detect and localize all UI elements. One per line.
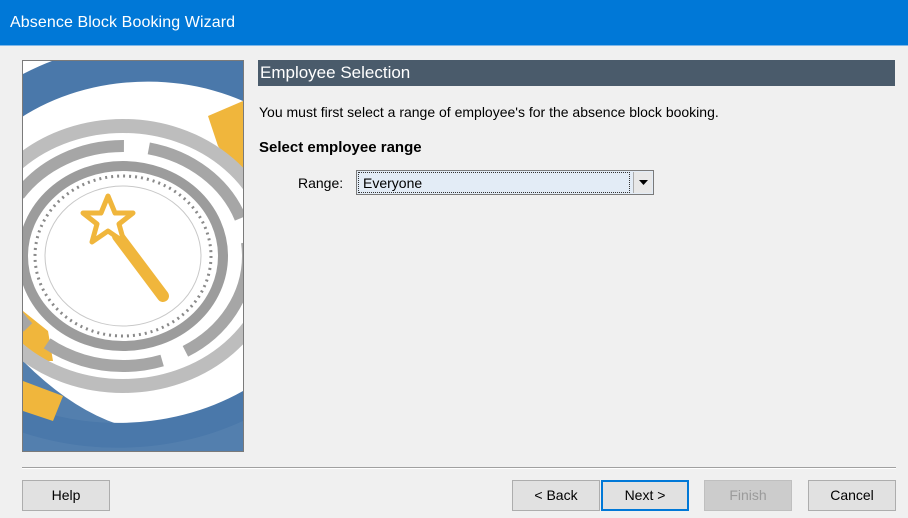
footer-divider [22, 467, 896, 469]
range-selected-value[interactable]: Everyone [358, 172, 630, 193]
intro-text: You must first select a range of employe… [259, 104, 719, 120]
finish-button[interactable]: Finish [704, 480, 792, 511]
dropdown-button[interactable] [633, 172, 652, 193]
section-heading: Select employee range [259, 139, 422, 156]
page-header: Employee Selection [258, 60, 895, 86]
help-button[interactable]: Help [22, 480, 110, 511]
next-button[interactable]: Next > [601, 480, 689, 511]
title-bar: Absence Block Booking Wizard [0, 0, 908, 46]
range-dropdown[interactable]: Everyone [356, 170, 654, 195]
magic-wand-clock-icon [23, 61, 243, 451]
chevron-down-icon [639, 180, 648, 185]
back-button[interactable]: < Back [512, 480, 600, 511]
range-label: Range: [298, 175, 344, 191]
window-title: Absence Block Booking Wizard [10, 14, 236, 31]
wizard-illustration [22, 60, 244, 452]
cancel-button[interactable]: Cancel [808, 480, 896, 511]
